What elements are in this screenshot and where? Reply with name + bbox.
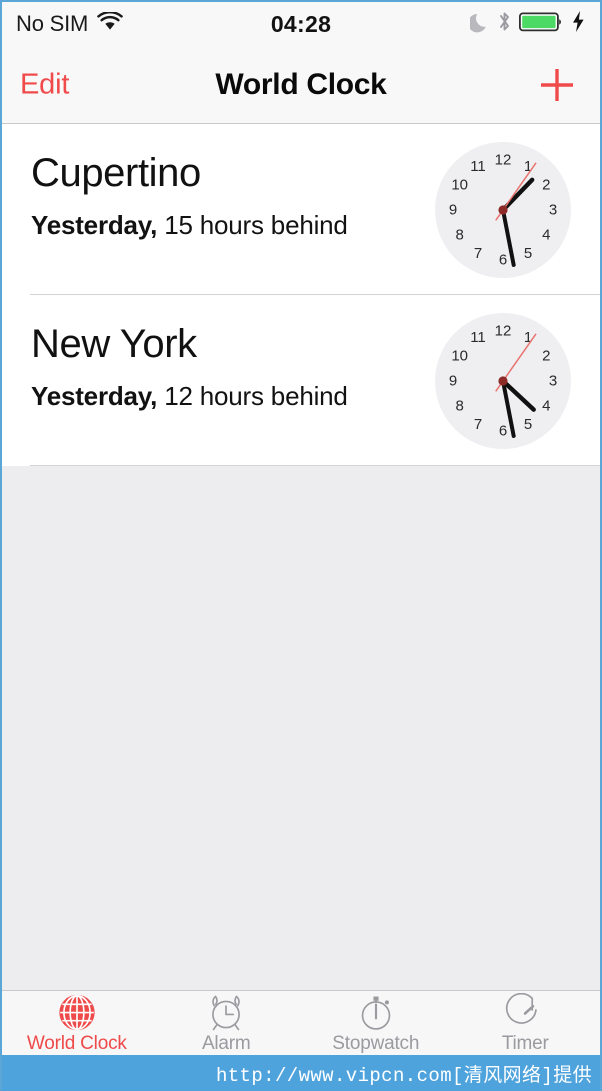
- tab-label: World Clock: [26, 1033, 127, 1054]
- svg-text:7: 7: [474, 245, 482, 262]
- timer-icon: [506, 993, 538, 1024]
- clock-row-new-york[interactable]: New York Yesterday, 12 hours behind 12 1 2…: [2, 295, 600, 466]
- svg-text:6: 6: [499, 252, 507, 269]
- tab-label: Alarm: [201, 1033, 251, 1054]
- status-bar-center: 04:28: [271, 11, 331, 38]
- svg-text:3: 3: [549, 202, 557, 219]
- empty-list-area: [2, 467, 600, 990]
- add-clock-button[interactable]: [536, 64, 578, 106]
- phone-screen: No SIM 04:28 Edit World Clock Cupertino …: [0, 0, 602, 1091]
- stopwatch-icon: [361, 996, 391, 1030]
- navigation-bar: Edit World Clock: [2, 46, 600, 124]
- svg-text:9: 9: [449, 373, 457, 390]
- offset-label: 15 hours behind: [164, 210, 348, 240]
- watermark-text: http://www.vipcn.com[清风网络]提供: [215, 1064, 592, 1087]
- tab-stopwatch[interactable]: Stopwatch: [301, 991, 451, 1055]
- clock-offset-line: Yesterday, 12 hours behind: [31, 381, 348, 412]
- relative-day-label: Yesterday,: [31, 210, 158, 240]
- status-bar-clock: 04:28: [270, 10, 332, 37]
- tab-label: Timer: [501, 1033, 549, 1054]
- svg-text:7: 7: [474, 416, 482, 433]
- page-title: World Clock: [215, 67, 387, 101]
- svg-text:6: 6: [499, 423, 507, 440]
- svg-text:2: 2: [542, 348, 550, 365]
- alarm-clock-icon: [212, 995, 241, 1031]
- svg-text:10: 10: [451, 177, 468, 194]
- tab-alarm[interactable]: Alarm: [152, 991, 302, 1055]
- svg-text:11: 11: [470, 158, 486, 175]
- wifi-icon: [97, 10, 123, 37]
- lightning-bolt-icon: [571, 10, 586, 38]
- status-bar: No SIM 04:28: [2, 2, 600, 46]
- globe-icon: [59, 994, 95, 1031]
- moon-icon: [468, 11, 490, 38]
- tab-timer[interactable]: Timer: [451, 991, 601, 1055]
- tab-label: Stopwatch: [332, 1033, 420, 1054]
- clock-row-text: New York Yesterday, 12 hours behind: [31, 323, 348, 412]
- watermark-bar: http://www.vipcn.com[清风网络]提供: [2, 1055, 600, 1091]
- svg-text:12: 12: [495, 152, 512, 169]
- status-bar-right: [331, 10, 586, 38]
- bluetooth-icon: [497, 10, 512, 38]
- svg-text:12: 12: [495, 323, 512, 340]
- relative-day-label: Yesterday,: [31, 381, 158, 411]
- world-clock-list: Cupertino Yesterday, 15 hours behind 12 1…: [2, 124, 600, 466]
- row-separator: [30, 465, 600, 466]
- battery-full-icon: [519, 11, 564, 38]
- svg-text:11: 11: [470, 329, 486, 346]
- city-name: New York: [31, 322, 197, 366]
- clock-row-text: Cupertino Yesterday, 15 hours behind: [31, 152, 348, 241]
- tab-bar: World Clock Alarm Stopwatch Timer: [2, 990, 600, 1055]
- svg-text:1: 1: [524, 329, 532, 346]
- svg-text:10: 10: [451, 348, 468, 365]
- offset-label: 12 hours behind: [164, 381, 348, 411]
- svg-text:5: 5: [524, 416, 532, 433]
- svg-text:2: 2: [542, 177, 550, 194]
- svg-text:9: 9: [449, 202, 457, 219]
- clock-offset-line: Yesterday, 15 hours behind: [31, 210, 348, 241]
- status-bar-left: No SIM: [16, 10, 271, 37]
- svg-text:4: 4: [542, 227, 550, 244]
- analog-clock-icon: 12 1 2 3 4 5 6 7 8 9 10 11: [433, 311, 573, 451]
- clock-row-cupertino[interactable]: Cupertino Yesterday, 15 hours behind 12 1…: [2, 124, 600, 295]
- carrier-label: No SIM: [16, 11, 89, 36]
- svg-text:8: 8: [456, 227, 464, 244]
- svg-text:4: 4: [542, 398, 550, 415]
- plus-icon: [541, 68, 573, 101]
- tab-world-clock[interactable]: World Clock: [2, 991, 152, 1055]
- city-name: Cupertino: [31, 151, 201, 195]
- svg-text:8: 8: [456, 398, 464, 415]
- svg-text:3: 3: [549, 373, 557, 390]
- svg-text:5: 5: [524, 245, 532, 262]
- svg-text:1: 1: [524, 158, 532, 175]
- analog-clock-icon: 12 1 2 3 4 5 6 7 8 9 10 11: [433, 140, 573, 280]
